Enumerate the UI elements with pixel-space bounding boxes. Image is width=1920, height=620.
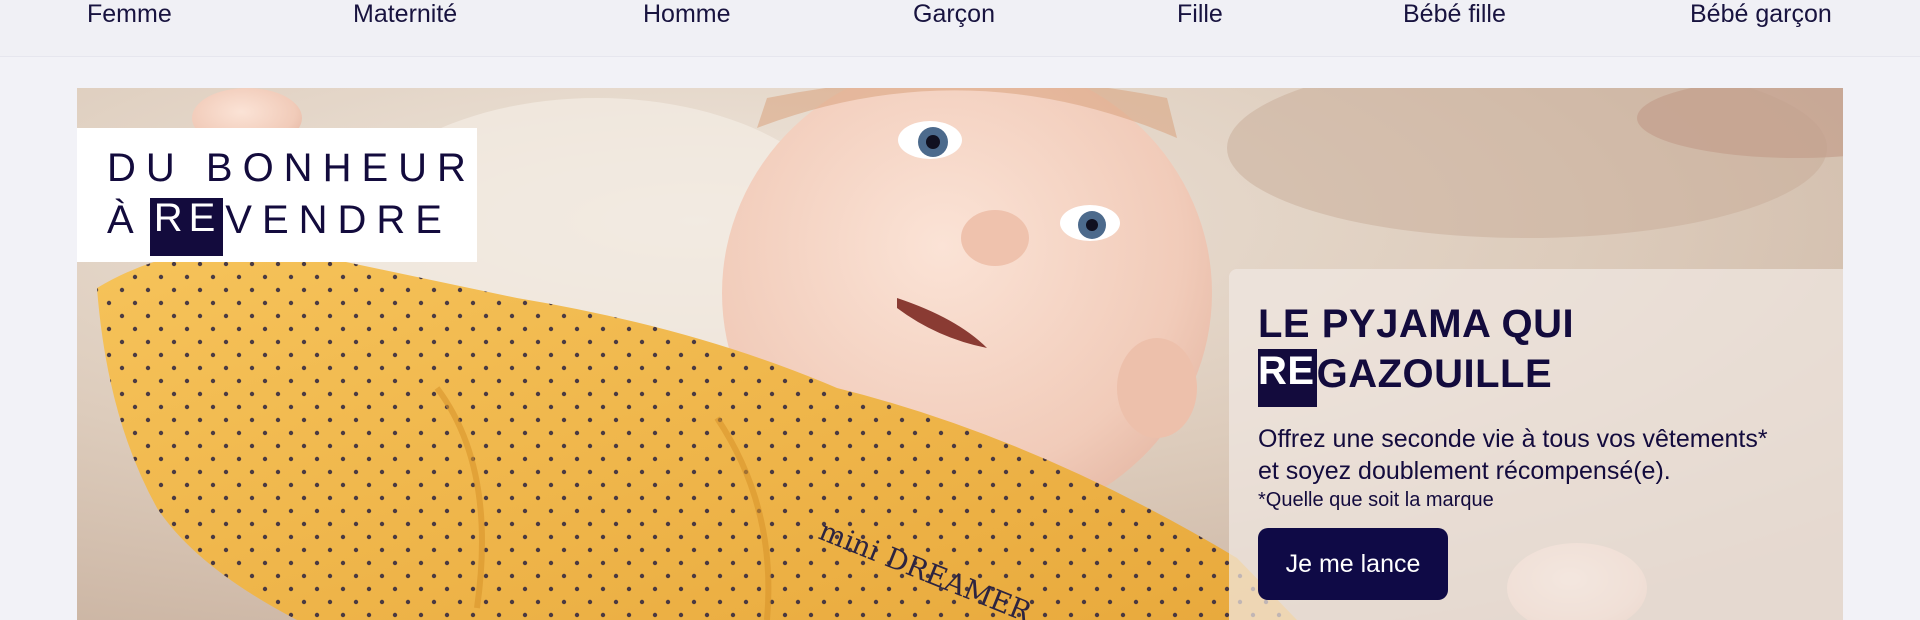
nav-item-bebe-fille[interactable]: Bébé fille (1403, 0, 1506, 28)
promo-title: LE PYJAMA QUI REGAZOUILLE (1258, 299, 1574, 407)
nav-item-femme[interactable]: Femme (87, 0, 172, 28)
brand-logo-box: DU BONHEUR À RE VENDRE (77, 128, 477, 262)
nav-item-fille[interactable]: Fille (1177, 0, 1223, 28)
logo-line1: DU BONHEUR (107, 146, 476, 190)
logo-highlight: RE (149, 198, 224, 256)
hero-banner[interactable]: mini DREAMER DU BONHEUR À RE VENDRE LE PYJ… (77, 88, 1843, 620)
promo-footnote: *Quelle que soit la marque (1258, 489, 1494, 511)
promo-title-line1: LE PYJAMA QUI (1258, 302, 1575, 346)
promo-title-line2-rest: GAZOUILLE (1316, 352, 1553, 396)
promo-description-line2: et soyez doublement récompensé(e). (1258, 457, 1671, 485)
logo-line2-suffix: VENDRE (225, 198, 452, 242)
promo-title-line2: REGAZOUILLE (1258, 349, 1574, 407)
logo-line2: À RE VENDRE (107, 198, 452, 256)
top-navigation: Femme Maternité Homme Garçon Fille Bébé … (0, 0, 1920, 57)
nav-item-bebe-garcon[interactable]: Bébé garçon (1690, 0, 1832, 28)
nav-item-homme[interactable]: Homme (643, 0, 731, 28)
promo-title-highlight: RE (1258, 349, 1317, 407)
logo-line2-prefix: À (107, 198, 144, 242)
nav-item-garcon[interactable]: Garçon (913, 0, 995, 28)
promo-description: Offrez une seconde vie à tous vos vêteme… (1258, 423, 1768, 487)
promo-description-line1: Offrez une seconde vie à tous vos vêteme… (1258, 425, 1768, 453)
je-me-lance-button[interactable]: Je me lance (1258, 528, 1448, 600)
promo-card: LE PYJAMA QUI REGAZOUILLE Offrez une sec… (1229, 269, 1843, 620)
nav-item-maternite[interactable]: Maternité (353, 0, 457, 28)
